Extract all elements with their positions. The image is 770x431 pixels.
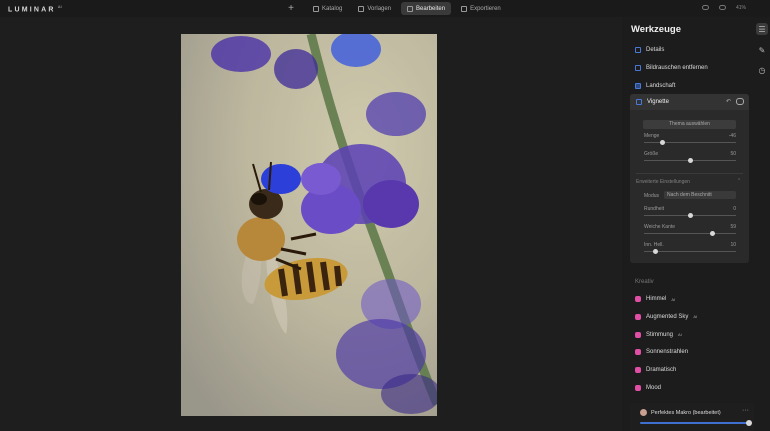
- undo-icon[interactable]: ↶: [726, 98, 731, 105]
- eye-icon[interactable]: [718, 5, 726, 10]
- details-icon: [635, 47, 641, 53]
- vignette-panel: Vignette ↶ Thema auswählen Menge -46 Grö…: [630, 94, 749, 263]
- top-bar: LUMINAR AI + Katalog Vorlagen Bearbeiten …: [0, 0, 770, 17]
- slider-value-rundheit: 0: [733, 206, 736, 212]
- main-nav: + Katalog Vorlagen Bearbeiten Exportiere…: [285, 2, 507, 15]
- tab-katalog[interactable]: Katalog: [307, 2, 348, 15]
- select-theme-button[interactable]: Thema auswählen: [643, 120, 736, 129]
- compare-icon[interactable]: [701, 5, 709, 10]
- preset-amount-track[interactable]: [640, 422, 749, 424]
- tool-himmel[interactable]: Himmel AI: [635, 293, 675, 305]
- himmel-icon: [635, 296, 641, 302]
- panel-title: Werkzeuge: [631, 24, 681, 35]
- tool-dramatisch[interactable]: Dramatisch: [635, 364, 676, 376]
- tool-augmented-sky[interactable]: Augmented Sky AI: [635, 311, 697, 323]
- photo-illustration: [181, 34, 437, 416]
- slider-value-inn-hell: 10: [730, 242, 736, 248]
- slider-knob-rundheit[interactable]: [687, 213, 693, 218]
- slider-track-weiche-kante[interactable]: [644, 233, 736, 234]
- slider-value-weiche-kante: 59: [730, 224, 736, 230]
- advanced-settings-label[interactable]: Erweiterte Einstellungen: [636, 179, 690, 185]
- catalog-icon: [313, 5, 319, 12]
- tool-stimmung[interactable]: Stimmung AI: [635, 329, 682, 341]
- templates-icon: [358, 5, 365, 12]
- view-controls: 41%: [701, 5, 746, 11]
- slider-label-groesse: Größe: [644, 151, 659, 157]
- vignette-header[interactable]: Vignette ↶: [630, 94, 749, 110]
- tool-denoise[interactable]: Bildrauschen entfernen: [635, 62, 708, 74]
- tab-bearbeiten[interactable]: Bearbeiten: [401, 2, 452, 15]
- slider-label-inn-hell: Inn. Hell.: [644, 242, 664, 248]
- tool-mood[interactable]: Mood: [635, 382, 661, 394]
- zoom-level[interactable]: 41%: [736, 5, 746, 11]
- sliders-icon[interactable]: ☰: [756, 23, 768, 35]
- vignette-icon: [636, 99, 642, 105]
- history-icon[interactable]: ◷: [756, 64, 768, 76]
- divider: [636, 173, 743, 174]
- slider-value-groesse: 50: [730, 151, 736, 157]
- preset-name[interactable]: Perfektes Makro (bearbeitet): [651, 410, 721, 416]
- ai-badge: AI: [678, 332, 682, 338]
- add-icon[interactable]: +: [285, 3, 297, 15]
- modus-select[interactable]: Nach dem Beschnitt: [664, 191, 736, 199]
- app-logo: LUMINAR AI: [8, 4, 62, 14]
- slider-track-menge[interactable]: [644, 142, 736, 143]
- tool-details[interactable]: Details: [635, 44, 664, 56]
- toggle-visibility-icon[interactable]: [736, 98, 744, 105]
- more-icon[interactable]: ···: [742, 407, 749, 414]
- export-icon: [461, 5, 468, 12]
- sonnenstrahlen-icon: [635, 349, 641, 356]
- landscape-icon: [635, 83, 641, 89]
- modus-label: Modus: [644, 193, 660, 199]
- tool-landschaft[interactable]: Landschaft: [635, 80, 675, 92]
- slider-label-menge: Menge: [644, 133, 660, 139]
- brush-icon[interactable]: ✎: [756, 44, 768, 56]
- slider-knob-inn-hell[interactable]: [652, 249, 658, 254]
- kreativ-section-title: Kreativ: [635, 279, 654, 285]
- slider-value-menge: -46: [728, 133, 736, 139]
- preset-amount-knob[interactable]: [746, 420, 752, 426]
- ai-badge: AI: [693, 314, 698, 320]
- edit-icon: [407, 5, 414, 12]
- tab-exportieren[interactable]: Exportieren: [455, 2, 507, 15]
- preset-thumbnail: [640, 409, 647, 416]
- chevron-up-icon[interactable]: ⌃: [737, 178, 741, 184]
- slider-knob-menge[interactable]: [659, 140, 665, 145]
- denoise-icon: [635, 65, 641, 71]
- stimmung-icon: [635, 331, 641, 338]
- mood-icon: [635, 385, 641, 391]
- tool-sonnenstrahlen[interactable]: Sonnenstrahlen: [635, 346, 688, 358]
- tab-vorlagen[interactable]: Vorlagen: [352, 2, 397, 15]
- ai-badge: AI: [671, 296, 676, 302]
- slider-label-rundheit: Rundheit: [644, 206, 665, 212]
- slider-label-weiche-kante: Weiche Kante: [644, 224, 676, 230]
- slider-knob-groesse[interactable]: [687, 158, 693, 163]
- slider-track-inn-hell[interactable]: [644, 251, 736, 252]
- photo-bee-on-lavender[interactable]: [181, 34, 437, 416]
- preset-bar: Perfektes Makro (bearbeitet) ···: [630, 403, 754, 431]
- right-rail: ☰ ✎ ◷: [754, 17, 770, 431]
- slider-knob-weiche-kante[interactable]: [709, 231, 715, 236]
- dramatisch-icon: [635, 367, 641, 374]
- augmented-sky-icon: [635, 313, 641, 320]
